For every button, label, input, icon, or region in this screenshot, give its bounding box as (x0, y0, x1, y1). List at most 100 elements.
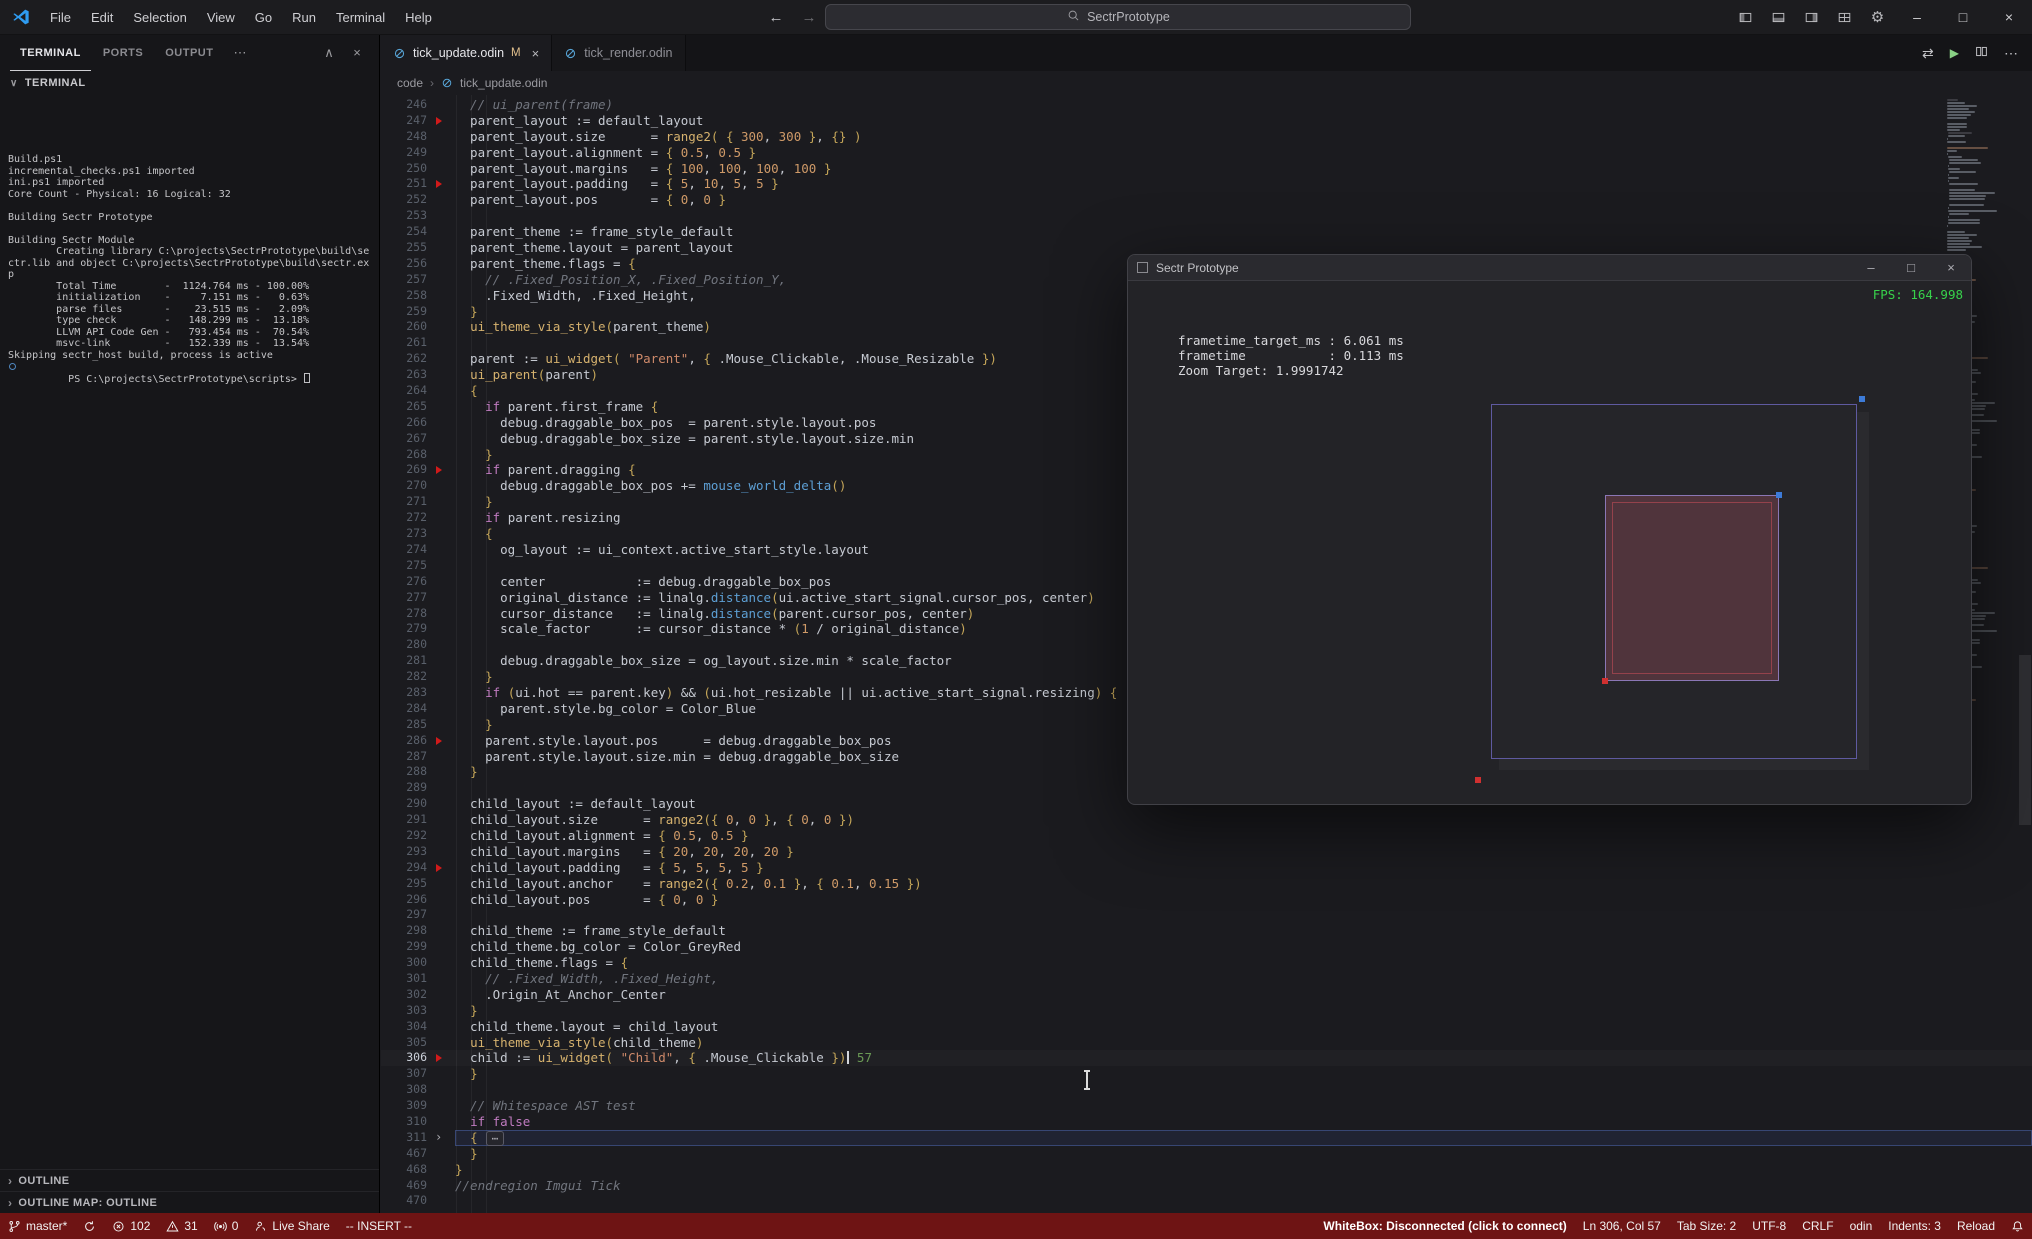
line-number[interactable]: 307 (381, 1066, 427, 1082)
code-line-296[interactable]: 296 child_layout.pos = { 0, 0 } (381, 892, 2032, 908)
forwarded-ports[interactable]: 0 (206, 1213, 247, 1239)
line-number[interactable]: 288 (381, 764, 427, 780)
code-line-297[interactable]: 297 (381, 907, 2032, 923)
code-line-301[interactable]: 301 // .Fixed_Width, .Fixed_Height, (381, 971, 2032, 987)
line-number[interactable]: 261 (381, 335, 427, 351)
cursor-position[interactable]: Ln 306, Col 57 (1575, 1213, 1669, 1239)
layout-sidebar-left-icon[interactable] (1729, 0, 1762, 34)
line-number[interactable]: 301 (381, 971, 427, 987)
line-number[interactable]: 284 (381, 701, 427, 717)
line-number[interactable]: 269 (381, 462, 427, 478)
section-outline[interactable]: › OUTLINE (0, 1169, 379, 1191)
code-line-250[interactable]: 250 parent_layout.margins = { 100, 100, … (381, 161, 2032, 177)
fold-chevron-icon[interactable]: › (435, 1130, 442, 1146)
code-line-293[interactable]: 293 child_layout.margins = { 20, 20, 20,… (381, 844, 2032, 860)
tab-close-icon[interactable]: × (532, 46, 540, 61)
close-button[interactable]: × (1986, 0, 2032, 34)
line-number[interactable]: 295 (381, 876, 427, 892)
line-number[interactable]: 260 (381, 319, 427, 335)
editor-scrollbar[interactable] (2018, 95, 2032, 1213)
line-number[interactable]: 303 (381, 1003, 427, 1019)
vim-mode[interactable]: -- INSERT -- (338, 1213, 420, 1239)
terminal-prompt-line[interactable]: PS C:\projects\SectrPrototype\scripts> (9, 361, 371, 397)
line-number[interactable]: 266 (381, 415, 427, 431)
code-line-249[interactable]: 249 parent_layout.alignment = { 0.5, 0.5… (381, 145, 2032, 161)
line-number[interactable]: 310 (381, 1114, 427, 1130)
line-number[interactable]: 257 (381, 272, 427, 288)
code-line-305[interactable]: 305 ui_theme_via_style(child_theme) (381, 1035, 2032, 1051)
line-number[interactable]: 279 (381, 621, 427, 637)
whitebox-status[interactable]: WhiteBox: Disconnected (click to connect… (1315, 1213, 1574, 1239)
line-number[interactable]: 276 (381, 574, 427, 590)
menu-view[interactable]: View (197, 0, 245, 34)
line-number[interactable]: 252 (381, 192, 427, 208)
code-line-248[interactable]: 248 parent_layout.size = range2( { 300, … (381, 129, 2032, 145)
line-number[interactable]: 309 (381, 1098, 427, 1114)
sectr-prototype-window[interactable]: Sectr Prototype – □ × FPS: 164.998 frameti… (1127, 254, 1972, 805)
language-mode[interactable]: odin (1842, 1213, 1881, 1239)
git-sync[interactable] (75, 1213, 104, 1239)
line-number[interactable]: 291 (381, 812, 427, 828)
panel-close-icon[interactable]: × (345, 45, 369, 61)
layout-customize-icon[interactable] (1828, 0, 1861, 34)
line-number[interactable]: 259 (381, 304, 427, 320)
code-line-469[interactable]: 469 //endregion Imgui Tick (381, 1178, 2032, 1194)
line-number[interactable]: 285 (381, 717, 427, 733)
split-editor-icon[interactable] (1975, 45, 1988, 61)
terminal-output[interactable]: Build.ps1 incremental_checks.ps1 imported… (0, 130, 379, 1167)
line-number[interactable]: 305 (381, 1035, 427, 1051)
code-line-253[interactable]: 253 (381, 208, 2032, 224)
line-number[interactable]: 268 (381, 447, 427, 463)
menu-go[interactable]: Go (245, 0, 282, 34)
code-line-246[interactable]: 246 // ui_parent(frame) (381, 97, 2032, 113)
line-number[interactable]: 273 (381, 526, 427, 542)
line-number[interactable]: 304 (381, 1019, 427, 1035)
code-line-295[interactable]: 295 child_layout.anchor = range2({ 0.2, … (381, 876, 2032, 892)
code-line-294[interactable]: 294 child_layout.padding = { 5, 5, 5, 5 … (381, 860, 2032, 876)
prototype-minimize-button[interactable]: – (1851, 255, 1891, 280)
panel-tabs-overflow-icon[interactable]: ⋯ (225, 45, 254, 61)
line-number[interactable]: 306 (381, 1050, 427, 1066)
history-back-button[interactable]: ← (759, 9, 792, 26)
line-number[interactable]: 246 (381, 97, 427, 113)
line-number[interactable]: 263 (381, 367, 427, 383)
history-forward-button[interactable]: → (792, 9, 825, 26)
terminal-view-header[interactable]: ∨ TERMINAL (0, 71, 379, 95)
line-number[interactable]: 262 (381, 351, 427, 367)
problems-errors[interactable]: 102 (104, 1213, 158, 1239)
line-number[interactable]: 275 (381, 558, 427, 574)
line-number[interactable]: 468 (381, 1162, 427, 1178)
code-line-251[interactable]: 251 parent_layout.padding = { 5, 10, 5, … (381, 176, 2032, 192)
line-number[interactable]: 467 (381, 1146, 427, 1162)
code-line-304[interactable]: 304 child_theme.layout = child_layout (381, 1019, 2032, 1035)
line-number[interactable]: 296 (381, 892, 427, 908)
line-number[interactable]: 255 (381, 240, 427, 256)
line-number[interactable]: 302 (381, 987, 427, 1003)
breadcrumb-file[interactable]: tick_update.odin (460, 76, 547, 90)
code-line-247[interactable]: 247 parent_layout := default_layout (381, 113, 2032, 129)
panel-maximize-icon[interactable]: ∧ (317, 45, 341, 61)
line-number[interactable]: 294 (381, 860, 427, 876)
line-number[interactable]: 299 (381, 939, 427, 955)
line-number[interactable]: 256 (381, 256, 427, 272)
maximize-button[interactable]: □ (1940, 0, 1986, 34)
toggle-changes-icon[interactable]: ⇄ (1922, 45, 1934, 62)
prototype-maximize-button[interactable]: □ (1891, 255, 1931, 280)
code-line-254[interactable]: 254 parent_theme := frame_style_default (381, 224, 2032, 240)
line-number[interactable]: 311 (381, 1130, 427, 1146)
code-line-468[interactable]: 468} (381, 1162, 2032, 1178)
tab-tick_update-odin[interactable]: tick_update.odin M × (381, 35, 553, 71)
more-actions-icon[interactable]: ⋯ (2004, 45, 2018, 62)
line-number[interactable]: 278 (381, 606, 427, 622)
line-number[interactable]: 469 (381, 1178, 427, 1194)
scrollbar-slider[interactable] (2019, 655, 2031, 825)
line-number[interactable]: 300 (381, 955, 427, 971)
line-number[interactable]: 247 (381, 113, 427, 129)
prototype-render-canvas[interactable]: FPS: 164.998 frametime_target_ms : 6.061… (1128, 281, 1971, 804)
indents[interactable]: Indents: 3 (1880, 1213, 1949, 1239)
code-line-291[interactable]: 291 child_layout.size = range2({ 0, 0 },… (381, 812, 2032, 828)
notifications[interactable] (2003, 1213, 2032, 1239)
line-number[interactable]: 248 (381, 129, 427, 145)
line-number[interactable]: 272 (381, 510, 427, 526)
line-number[interactable]: 282 (381, 669, 427, 685)
